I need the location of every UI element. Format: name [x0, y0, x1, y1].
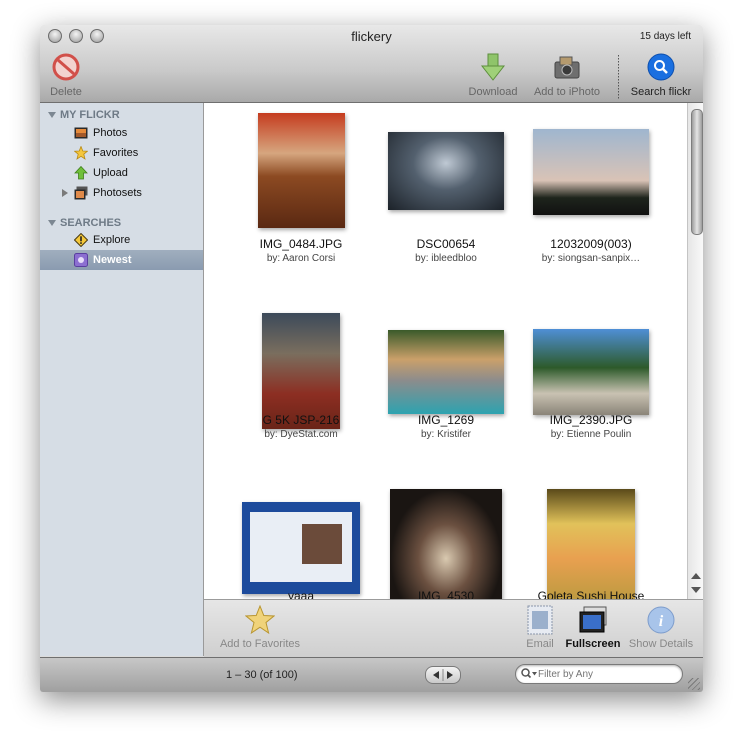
add-to-iphoto-button[interactable]: Add to iPhoto [529, 52, 605, 98]
fullscreen-label: Fullscreen [565, 638, 621, 650]
photo-author: by: DyeStat.com [264, 429, 338, 440]
photo-title: DSC00654 [416, 237, 476, 251]
info-icon: i [646, 605, 676, 635]
sidebar-item-label: Photos [93, 127, 128, 139]
scroll-up-arrow-icon[interactable] [691, 573, 701, 579]
sidebar-item-label: Upload [93, 167, 128, 179]
toolbar-separator [618, 55, 619, 99]
photo-author: by: ibleedbloo [415, 253, 477, 264]
photo-thumbnail[interactable] [388, 132, 504, 210]
photo-title: IMG_2390.JPG [549, 413, 633, 427]
fullscreen-button[interactable]: Fullscreen [564, 605, 622, 650]
sidebar-item-photosets[interactable]: Photosets [40, 183, 203, 203]
download-arrow-icon [478, 52, 508, 82]
star-icon [244, 604, 276, 635]
delete-button[interactable]: Delete [48, 52, 84, 98]
delete-label: Delete [50, 86, 82, 98]
page-navigation [425, 666, 461, 684]
show-details-label: Show Details [628, 638, 694, 650]
photo-thumbnail[interactable] [533, 129, 649, 215]
download-button[interactable]: Download [465, 52, 521, 98]
disclosure-triangle-icon [48, 112, 56, 118]
vertical-scrollbar[interactable] [687, 103, 703, 599]
explore-warning-icon [73, 232, 89, 248]
stamp-icon [527, 605, 553, 635]
disclosure-triangle-icon [48, 220, 56, 226]
sidebar-item-newest[interactable]: Newest [40, 250, 203, 270]
scrollbar-thumb[interactable] [691, 109, 703, 235]
photo-thumbnail[interactable] [258, 113, 345, 228]
photo-title: G 5K JSP-216 [262, 413, 340, 427]
upload-arrow-icon [74, 165, 88, 180]
email-button[interactable]: Email [523, 605, 557, 650]
photo-grid: IMG_0484.JPG by: Aaron Corsi DSC00654 by… [204, 103, 703, 605]
photo-title: IMG_1269 [417, 413, 475, 427]
sidebar-item-explore[interactable]: Explore [40, 230, 203, 250]
show-details-button[interactable]: i Show Details [626, 605, 696, 650]
delete-icon [51, 52, 81, 82]
iphoto-camera-icon [552, 52, 582, 82]
filter-field[interactable] [515, 664, 683, 684]
filter-input[interactable] [538, 667, 676, 681]
action-bar: Add to Favorites Email Fullscreen i Show… [204, 599, 703, 657]
searches-header[interactable]: SEARCHES [48, 217, 121, 229]
photos-icon [74, 126, 88, 140]
app-window: flickery 15 days left Delete Download Ad… [40, 25, 703, 692]
photosets-icon [74, 186, 88, 200]
photo-author: by: Etienne Poulin [550, 429, 632, 440]
my-flickr-header[interactable]: MY FLICKR [48, 109, 120, 121]
sidebar-item-photos[interactable]: Photos [40, 123, 203, 143]
add-to-favorites-label: Add to Favorites [219, 638, 301, 650]
sidebar-item-label: Newest [93, 254, 132, 266]
result-count: 1 – 30 (of 100) [226, 669, 298, 681]
disclosure-triangle-icon[interactable] [62, 189, 68, 197]
email-label: Email [526, 638, 554, 650]
scroll-down-arrow-icon[interactable] [691, 587, 701, 593]
photo-thumbnail[interactable] [390, 489, 502, 605]
toolbar: flickery 15 days left Delete Download Ad… [40, 25, 703, 103]
star-icon [73, 145, 89, 160]
photo-thumbnail[interactable] [262, 313, 340, 429]
photo-title: IMG_0484.JPG [259, 237, 343, 251]
window-title: flickery [351, 29, 392, 44]
search-flickr-label: Search flickr [630, 86, 692, 98]
photo-thumbnail[interactable] [533, 329, 649, 415]
search-flickr-button[interactable]: Search flickr [626, 52, 696, 98]
photo-author: by: siongsan-sanpix… [541, 253, 641, 264]
resize-grip[interactable] [688, 678, 700, 690]
sidebar-item-favorites[interactable]: Favorites [40, 143, 203, 163]
status-bar: 1 – 30 (of 100) [40, 657, 703, 692]
sidebar-item-label: Favorites [93, 147, 139, 159]
photo-thumbnail[interactable] [242, 502, 360, 594]
trial-notice: 15 days left [639, 31, 691, 42]
search-icon [521, 668, 537, 679]
photo-thumbnail[interactable] [547, 489, 635, 605]
previous-page-button[interactable] [426, 667, 443, 683]
next-page-button[interactable] [443, 667, 460, 683]
fullscreen-icon [578, 605, 608, 635]
sidebar-item-upload[interactable]: Upload [40, 163, 203, 183]
svg-text:i: i [659, 613, 664, 630]
searches-header-label: SEARCHES [60, 217, 122, 229]
photo-author: by: Kristifer [420, 429, 471, 440]
search-icon [646, 52, 676, 82]
add-to-favorites-button[interactable]: Add to Favorites [214, 604, 306, 650]
add-to-iphoto-label: Add to iPhoto [533, 86, 601, 98]
sidebar-item-label: Explore [93, 234, 131, 246]
screenshot-video-shape [302, 524, 342, 564]
my-flickr-header-label: MY FLICKR [60, 109, 120, 121]
newest-icon [74, 253, 88, 267]
photo-author: by: Aaron Corsi [266, 253, 336, 264]
sidebar-item-label: Photosets [93, 187, 142, 199]
sidebar: MY FLICKR Photos Favorites Upload Photos… [40, 103, 204, 656]
photo-title: 12032009(003) [550, 237, 632, 251]
photo-thumbnail[interactable] [388, 330, 504, 414]
download-label: Download [468, 86, 518, 98]
